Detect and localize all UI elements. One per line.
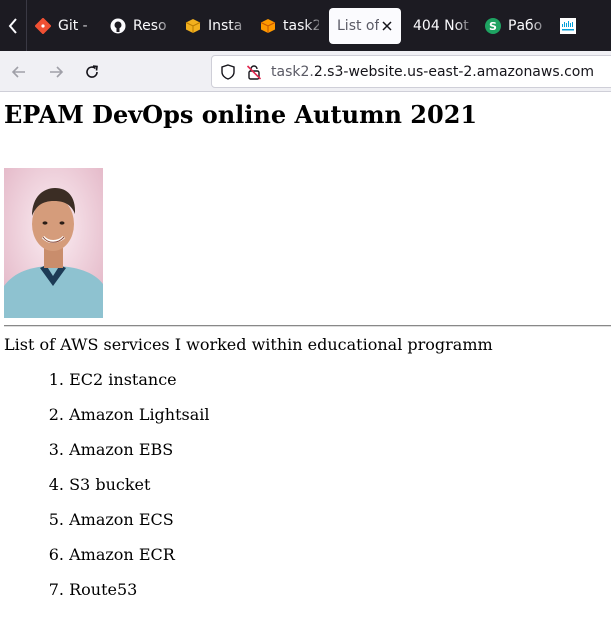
shield-icon[interactable] [220,63,236,80]
service-name: Route53 [69,580,138,599]
reload-button[interactable] [79,59,105,85]
service-name: Amazon Lightsail [69,405,210,424]
url-subdomain: task2. [271,63,314,80]
tab-404[interactable]: 404 Not [401,7,477,44]
back-button[interactable] [6,59,32,85]
insecure-lock-icon[interactable] [246,64,262,80]
horizontal-rule [4,325,611,327]
address-bar[interactable]: task2. 2.s3-website.us-east-2.amazonaws.c… [211,55,611,88]
list-item: 3. Amazon EBS [4,440,210,475]
tab-git[interactable]: Git - [27,7,102,44]
url-host: 2.s3-website.us-east-2.amazonaws.com [313,63,594,80]
cisco-icon [560,17,576,34]
list-item: 4. S3 bucket [4,475,210,510]
tab-cisco[interactable] [552,8,586,44]
tab-strip: Git - Reso Insta task2 List of 404 Not S… [0,0,611,51]
page-title: EPAM DevOps online Autumn 2021 [4,100,478,129]
git-icon [35,17,51,34]
service-name: Amazon EBS [69,440,174,459]
list-item: 5. Amazon ECS [4,510,210,545]
service-name: EC2 instance [69,370,177,389]
tab-work[interactable]: S Рабо [477,7,552,44]
page-content: EPAM DevOps online Autumn 2021 List of A… [0,92,611,620]
arrow-right-icon [50,66,64,78]
service-name: Amazon ECS [69,510,174,529]
tab-task2[interactable]: task2 [252,7,327,44]
github-icon [110,18,126,34]
reload-icon [86,65,98,78]
navigation-toolbar: task2. 2.s3-website.us-east-2.amazonaws.c… [0,51,611,92]
s-circle-icon: S [485,17,501,34]
list-number: 7. [48,580,64,599]
service-name: Amazon ECR [69,545,175,564]
list-number: 2. [48,405,64,424]
list-item: 1. EC2 instance [4,370,210,405]
tab-list-of-active[interactable]: List of [329,7,401,44]
list-item: 6. Amazon ECR [4,545,210,580]
profile-photo [4,168,103,318]
tab-resources[interactable]: Reso [102,7,177,44]
svg-text:S: S [489,20,497,33]
list-number: 5. [48,510,64,529]
list-number: 6. [48,545,64,564]
list-number: 3. [48,440,64,459]
tab-instance[interactable]: Insta [177,7,252,44]
chevron-left-icon [8,17,17,34]
list-item: 2. Amazon Lightsail [4,405,210,440]
aws-cube-icon [260,18,276,34]
tab-scroll-left-button[interactable] [0,0,27,51]
service-name: S3 bucket [69,475,151,494]
forward-button[interactable] [43,59,69,85]
close-tab-icon[interactable] [381,20,393,32]
tab-label: List of [337,17,379,34]
list-number: 1. [48,370,64,389]
intro-text: List of AWS services I worked within edu… [4,335,493,354]
services-list: 1. EC2 instance 2. Amazon Lightsail 3. A… [4,370,210,615]
list-number: 4. [48,475,64,494]
list-item: 7. Route53 [4,580,210,615]
box-icon [185,18,201,34]
arrow-left-icon [11,66,25,78]
